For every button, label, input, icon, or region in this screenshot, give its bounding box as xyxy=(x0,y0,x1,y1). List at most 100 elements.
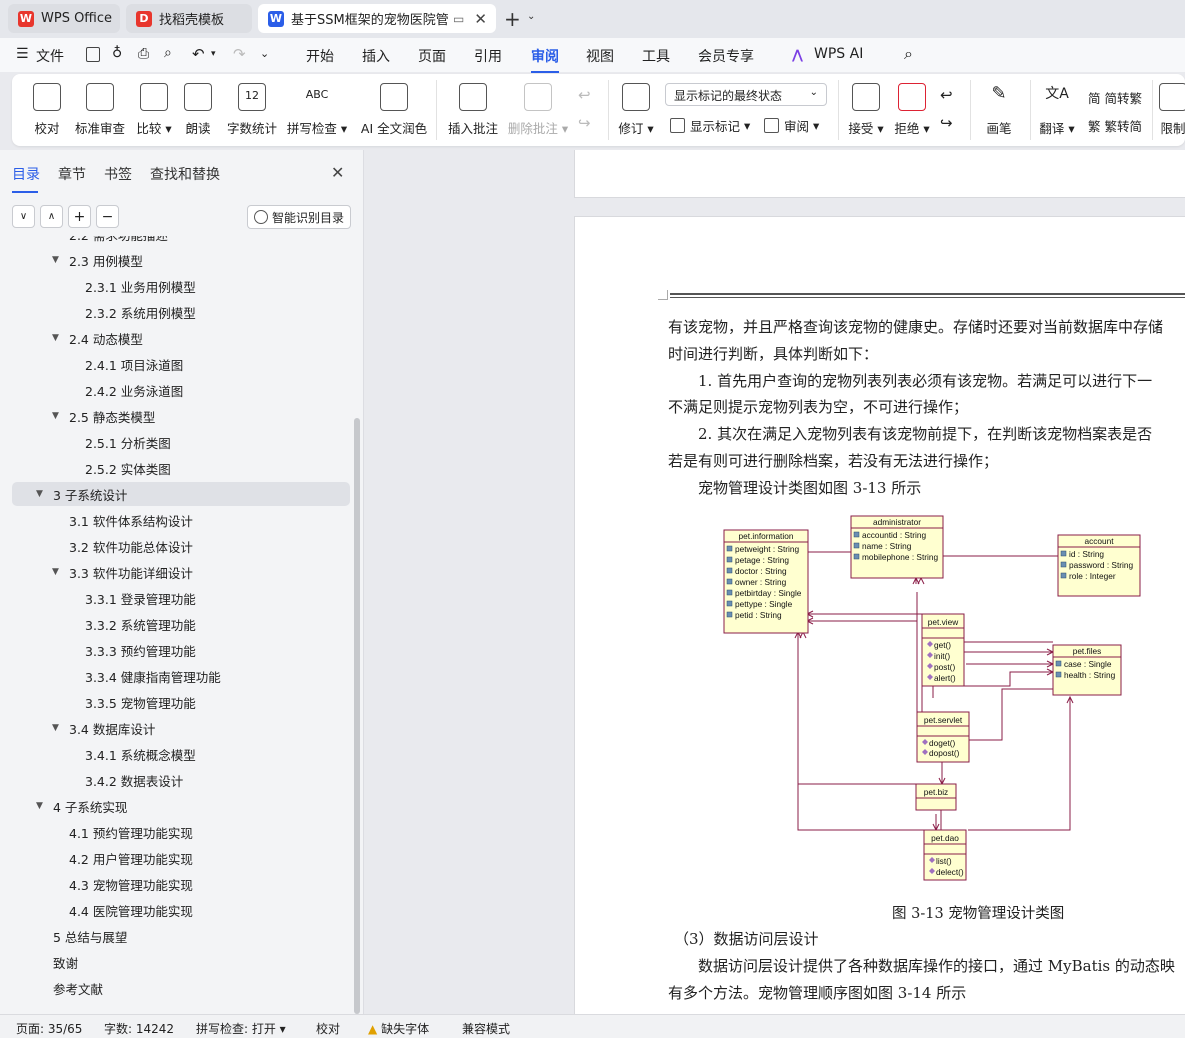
toc-item[interactable]: 2.4.2 业务泳道图 xyxy=(12,378,350,402)
smart-toc-button[interactable]: 智能识别目录 xyxy=(247,205,351,229)
tab-wps-office[interactable]: W WPS Office xyxy=(8,4,120,33)
toc-item[interactable]: 3.3.3 预约管理功能 xyxy=(12,638,350,662)
menu-file[interactable]: 文件 xyxy=(36,46,64,66)
accept-button[interactable]: 接受 ▾ xyxy=(848,74,884,146)
restrict-editing-button[interactable]: 限制 xyxy=(1158,74,1185,146)
delete-comment-button[interactable]: 删除批注 ▾ xyxy=(508,74,568,146)
read-aloud-button[interactable]: 朗读 xyxy=(184,74,212,146)
tab-template[interactable]: D 找稻壳模板 xyxy=(126,4,252,33)
expand-arrow-icon[interactable]: ▼ xyxy=(52,255,59,265)
pen-button[interactable]: ✎ 画笔 xyxy=(984,74,1014,146)
page-indicator[interactable]: 页面: 35/65 xyxy=(16,1020,82,1037)
close-pane-icon[interactable]: ✕ xyxy=(331,163,344,182)
undo-dropdown-icon[interactable]: ▾ xyxy=(211,49,216,59)
more-chevron-icon[interactable]: ⌄ xyxy=(260,47,269,60)
print-icon[interactable]: ⎙ xyxy=(138,46,149,62)
toc-item[interactable]: 4.4 医院管理功能实现 xyxy=(12,898,350,922)
new-tab-icon[interactable]: + xyxy=(504,7,521,31)
next-comment-icon[interactable]: ↪ xyxy=(578,114,591,132)
next-change-icon[interactable]: ↪ xyxy=(940,114,953,132)
toc-item[interactable]: 3.4.2 数据表设计 xyxy=(12,768,350,792)
reject-button[interactable]: 拒绝 ▾ xyxy=(894,74,930,146)
tab-toc[interactable]: 目录 xyxy=(12,164,40,193)
menu-page[interactable]: 页面 xyxy=(418,46,446,66)
tab-document[interactable]: W 基于SSM框架的宠物医院管理 ▭ ✕ xyxy=(258,4,496,33)
expand-arrow-icon[interactable]: ▼ xyxy=(52,333,59,343)
print-preview-icon[interactable]: ⌕ xyxy=(164,45,172,61)
spell-check-indicator[interactable]: 拼写检查: 打开 ▾ xyxy=(196,1020,286,1037)
menu-tools[interactable]: 工具 xyxy=(642,46,670,66)
search-icon[interactable]: ⌕ xyxy=(904,44,913,64)
standard-review-button[interactable]: 标准审查 xyxy=(74,74,126,146)
toc-item[interactable]: 4.2 用户管理功能实现 xyxy=(12,846,350,870)
toc-item[interactable]: ▼ 2.4 动态模型 xyxy=(12,326,350,350)
to-simplified-button[interactable]: 繁繁转简 xyxy=(1088,116,1142,135)
toc-item[interactable]: 5 总结与展望 xyxy=(12,924,350,948)
toc-item[interactable]: ▼ 3.4 数据库设计 xyxy=(12,716,350,740)
close-tab-icon[interactable]: ✕ xyxy=(474,10,487,28)
menu-view[interactable]: 视图 xyxy=(586,46,614,66)
toc-item[interactable]: 4.3 宠物管理功能实现 xyxy=(12,872,350,896)
toc-item[interactable]: 3.1 软件体系结构设计 xyxy=(12,508,350,532)
menu-wps-ai[interactable]: WPS AI xyxy=(814,46,863,62)
toc-item[interactable]: 4.1 预约管理功能实现 xyxy=(12,820,350,844)
toc-item[interactable]: 2.3.2 系统用例模型 xyxy=(12,300,350,324)
toc-item[interactable]: 3.3.4 健康指南管理功能 xyxy=(12,664,350,688)
to-traditional-button[interactable]: 简简转繁 xyxy=(1088,88,1142,107)
tab-sections[interactable]: 章节 xyxy=(58,164,86,184)
spell-check-button[interactable]: ABC 拼写检查 ▾ xyxy=(287,74,347,146)
toc-item[interactable]: 3.4.1 系统概念模型 xyxy=(12,742,350,766)
toc-scrollbar[interactable] xyxy=(354,418,360,1014)
menu-home[interactable]: 开始 xyxy=(306,46,334,66)
insert-comment-button[interactable]: 插入批注 xyxy=(448,74,498,146)
word-count-indicator[interactable]: 字数: 14242 xyxy=(104,1020,174,1037)
toc-item[interactable]: 参考文献 xyxy=(12,976,350,1000)
proofread-button[interactable]: 校对 xyxy=(32,74,62,146)
expand-arrow-icon[interactable]: ▼ xyxy=(52,567,59,577)
toc-item[interactable]: ▼ 2.3 用例模型 xyxy=(12,248,350,272)
toc-item[interactable]: ▼ 2.5 静态类模型 xyxy=(12,404,350,428)
menu-reference[interactable]: 引用 xyxy=(474,46,502,66)
expand-button[interactable]: ∧ xyxy=(40,205,63,228)
review-pane-button[interactable]: 审阅 ▾ xyxy=(764,116,819,135)
previous-comment-icon[interactable]: ↩ xyxy=(578,86,591,104)
share-icon[interactable]: ♁ xyxy=(112,45,122,61)
proof-indicator[interactable]: 校对 xyxy=(316,1020,340,1037)
expand-arrow-icon[interactable]: ▼ xyxy=(36,801,43,811)
menu-insert[interactable]: 插入 xyxy=(362,46,390,66)
redo-icon[interactable]: ↷ xyxy=(233,45,246,63)
remove-heading-button[interactable]: − xyxy=(96,205,119,228)
hamburger-icon[interactable]: ☰ xyxy=(16,46,29,62)
toc-item[interactable]: 2.5.1 分析类图 xyxy=(12,430,350,454)
translate-button[interactable]: 文A 翻译 ▾ xyxy=(1038,74,1076,146)
ai-polish-button[interactable]: AI 全文润色 xyxy=(356,74,432,146)
track-changes-button[interactable]: 修订 ▾ xyxy=(618,74,654,146)
toc-item[interactable]: 2.2 需求功能描述 xyxy=(12,236,350,246)
show-markup-button[interactable]: 显示标记 ▾ xyxy=(670,116,750,135)
expand-arrow-icon[interactable]: ▼ xyxy=(52,723,59,733)
undo-icon[interactable]: ↶ xyxy=(192,45,205,63)
toc-item[interactable]: ▼ 3.3 软件功能详细设计 xyxy=(12,560,350,584)
collapse-button[interactable]: ∨ xyxy=(12,205,35,228)
toc-item[interactable]: 2.3.1 业务用例模型 xyxy=(12,274,350,298)
expand-arrow-icon[interactable]: ▼ xyxy=(36,489,43,499)
previous-change-icon[interactable]: ↩ xyxy=(940,86,953,104)
monitor-icon[interactable]: ▭ xyxy=(453,12,464,26)
menu-review[interactable]: 审阅 xyxy=(531,46,559,73)
toc-item[interactable]: ▼ 4 子系统实现 xyxy=(12,794,350,818)
toc-item[interactable]: 致谢 xyxy=(12,950,350,974)
word-count-button[interactable]: 12 字数统计 xyxy=(226,74,278,146)
toc-item[interactable]: 2.4.1 项目泳道图 xyxy=(12,352,350,376)
toc-item[interactable]: ▼ 3 子系统设计 xyxy=(12,482,350,506)
toc-item[interactable]: 3.3.1 登录管理功能 xyxy=(12,586,350,610)
tab-bookmarks[interactable]: 书签 xyxy=(104,164,132,184)
compare-button[interactable]: 比较 ▾ xyxy=(134,74,174,146)
toc-item[interactable]: 3.3.5 宠物管理功能 xyxy=(12,690,350,714)
toc-item[interactable]: 2.5.2 实体类图 xyxy=(12,456,350,480)
missing-font-indicator[interactable]: ▲ 缺失字体 xyxy=(368,1020,429,1037)
toc-item[interactable]: 3.2 软件功能总体设计 xyxy=(12,534,350,558)
tab-find-replace[interactable]: 查找和替换 xyxy=(150,164,220,184)
add-heading-button[interactable]: + xyxy=(68,205,91,228)
expand-arrow-icon[interactable]: ▼ xyxy=(52,411,59,421)
menu-member[interactable]: 会员专享 xyxy=(698,46,754,66)
